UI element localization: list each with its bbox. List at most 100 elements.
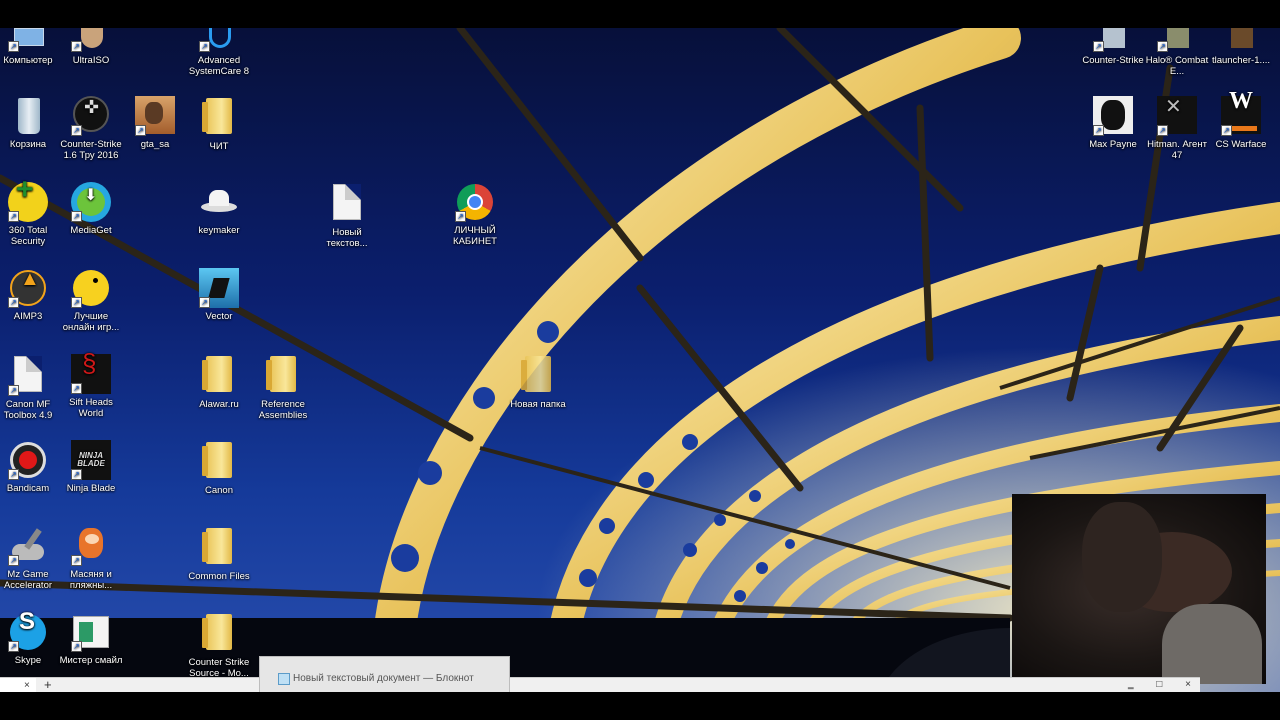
desktop-icon-alawar-folder[interactable]: Alawar.ru <box>187 354 251 410</box>
folder-icon <box>199 614 239 654</box>
shortcut-arrow-icon: ↗ <box>71 125 82 136</box>
icon-label: Skype <box>14 655 42 666</box>
icon-label: ЛИЧНЫЙ КАБИНЕТ <box>453 225 497 247</box>
vector-game-icon: ↗ <box>199 268 239 308</box>
shortcut-arrow-icon: ↗ <box>1221 125 1232 136</box>
desktop-icon-new-text-doc[interactable]: Новый текстов... <box>315 182 379 249</box>
desktop-icon-bandicam[interactable]: ↗ Bandicam <box>0 440 60 494</box>
icon-label: 360 Total Security <box>8 225 48 247</box>
desktop-icon-ultraiso[interactable]: ↗ UltraISO <box>59 28 123 66</box>
notepad-tab-strip <box>0 677 1200 692</box>
shortcut-arrow-icon: ↗ <box>8 41 19 52</box>
minecraft-block-icon <box>1221 28 1261 52</box>
desktop-icon-mediaget[interactable]: ⬇ ↗ MediaGet <box>59 182 123 236</box>
icon-label: Компьютер <box>3 55 53 66</box>
shortcut-arrow-icon: ↗ <box>71 469 82 480</box>
icon-label: Vector <box>205 311 233 322</box>
shortcut-arrow-icon: ↗ <box>199 41 210 52</box>
desktop-icon-cs16[interactable]: ✜ ↗ Counter-Strike 1.6 Тру 2016 <box>59 96 123 161</box>
icon-label: Max Payne <box>1089 139 1137 150</box>
shortcut-arrow-icon: ↗ <box>1093 125 1104 136</box>
taskbar-window-preview[interactable]: Новый текстовый документ — Блокнот <box>259 656 510 692</box>
360-security-icon: + ↗ <box>8 175 48 222</box>
document-icon: ↗ <box>8 356 48 396</box>
pacman-icon: ↗ <box>71 268 111 308</box>
desktop-icon-hitman[interactable]: ✕ ↗ Hitman. Агент 47 <box>1145 96 1209 161</box>
desktop-icon-gta-sa[interactable]: ↗ gta_sa <box>123 96 187 150</box>
ninja-blade-logo: NINJA BLADE <box>77 451 105 468</box>
window-controls[interactable]: ‗ □ × <box>1128 679 1201 690</box>
desktop-icon-keymaker[interactable]: keymaker <box>187 182 251 236</box>
shortcut-arrow-icon: ↗ <box>1157 125 1168 136</box>
sift-heads-icon: § ↗ <box>71 350 111 394</box>
hitman-icon: ✕ ↗ <box>1157 96 1197 136</box>
text-document-icon <box>327 184 367 224</box>
icon-label: CS Warface <box>1215 139 1267 150</box>
icon-label: ЧИТ <box>209 141 229 152</box>
shortcut-arrow-icon: ↗ <box>8 297 19 308</box>
icon-label: Halo® Combat E... <box>1145 55 1209 77</box>
folder-icon <box>199 442 239 482</box>
desktop-icon-personal-cabinet[interactable]: ↗ ЛИЧНЫЙ КАБИНЕТ <box>443 182 507 247</box>
desktop-icon-skype[interactable]: S ↗ Skype <box>0 610 60 666</box>
max-payne-icon: ↗ <box>1093 96 1133 136</box>
shortcut-arrow-icon: ↗ <box>1093 41 1104 52</box>
desktop-icon-advanced-systemcare[interactable]: ↗ Advanced SystemCare 8 <box>187 28 251 77</box>
desktop-icon-cs-warface[interactable]: W ↗ CS Warface <box>1209 89 1273 150</box>
desktop-icon-canon-mf-toolbox[interactable]: ↗ Canon MF Toolbox 4.9 <box>0 354 60 421</box>
icon-label: Мистер смайл <box>59 655 123 666</box>
ninja-blade-icon: NINJA BLADE ↗ <box>71 440 111 480</box>
desktop-icon-masyanya[interactable]: ↗ Масяня и пляжны... <box>59 526 123 591</box>
shortcut-arrow-icon: ↗ <box>455 211 466 222</box>
folder-icon <box>199 528 239 568</box>
desktop-icon-vector[interactable]: ↗ Vector <box>187 268 251 322</box>
shortcut-arrow-icon: ↗ <box>135 125 146 136</box>
folder-icon <box>199 356 239 396</box>
desktop-icon-360-security[interactable]: + ↗ 360 Total Security <box>0 175 60 247</box>
desktop-icon-tlauncher[interactable]: tlauncher-1.... <box>1209 28 1273 66</box>
desktop-icon-canon-folder[interactable]: Canon <box>187 440 251 496</box>
folder-icon <box>518 356 558 396</box>
desktop-icon-sift-heads[interactable]: § ↗ Sift Heads World <box>59 350 123 419</box>
desktop-icon-computer[interactable]: ↗ Компьютер <box>0 28 60 66</box>
counter-strike-icon: ↗ <box>1093 28 1133 52</box>
disc-icon: ↗ <box>71 28 111 52</box>
shortcut-arrow-icon: ↗ <box>199 297 210 308</box>
mediaget-icon: ⬇ ↗ <box>71 182 111 222</box>
recycle-bin-icon <box>8 96 48 136</box>
desktop-icon-new-folder[interactable]: Новая папка <box>506 354 570 410</box>
icon-label: Sift Heads World <box>69 397 113 419</box>
icon-label: Масяня и пляжны... <box>69 569 113 591</box>
shortcut-arrow-icon: ↗ <box>71 383 82 394</box>
gta-sa-icon: ↗ <box>135 96 175 136</box>
desktop-icon-cheat-folder[interactable]: ЧИТ <box>187 96 251 152</box>
icon-label: Hitman. Агент 47 <box>1147 139 1207 161</box>
desktop-icon-ninja-blade[interactable]: NINJA BLADE ↗ Ninja Blade <box>59 440 123 494</box>
desktop-icon-max-payne[interactable]: ↗ Max Payne <box>1081 96 1145 150</box>
gamepad-tools-icon: ↗ <box>8 526 48 566</box>
desktop-icon-reference-assemblies[interactable]: Reference Assemblies <box>251 354 315 421</box>
close-tab-icon[interactable]: × <box>24 680 30 691</box>
desktop-icon-cs-source[interactable]: Counter Strike Source - Mo... <box>187 612 251 679</box>
desktop-icon-common-files[interactable]: Common Files <box>187 526 251 582</box>
masyanya-icon: ↗ <box>71 526 111 566</box>
icon-label: AIMP3 <box>13 311 43 322</box>
icon-label: Canon <box>205 485 233 496</box>
shortcut-arrow-icon: ↗ <box>8 469 19 480</box>
desktop-icon-recycle-bin[interactable]: Корзина <box>0 96 60 150</box>
new-tab-icon[interactable]: + <box>44 677 52 692</box>
preview-title: Новый текстовый документ — Блокнот <box>293 673 474 684</box>
icon-label: Ninja Blade <box>66 483 116 494</box>
desktop-icon-counter-strike[interactable]: ↗ Counter-Strike <box>1081 28 1145 66</box>
desktop-icon-halo[interactable]: ↗ Halo® Combat E... <box>1145 28 1209 77</box>
shortcut-arrow-icon: ↗ <box>71 297 82 308</box>
desktop-icon-mz-game-accelerator[interactable]: ↗ Mz Game Accelerator <box>0 526 60 591</box>
notepad-tab[interactable] <box>0 678 36 692</box>
icon-label: Advanced SystemCare 8 <box>188 55 250 77</box>
desktop-icon-aimp3[interactable]: ▲ ↗ AIMP3 <box>0 268 60 322</box>
shortcut-arrow-icon: ↗ <box>8 555 19 566</box>
icon-label: tlauncher-1.... <box>1211 55 1271 66</box>
icon-label: gta_sa <box>140 139 170 150</box>
desktop-icon-best-online-games[interactable]: ↗ Лучшие онлайн игр... <box>59 268 123 333</box>
desktop-icon-mister-smile[interactable]: ↗ Мистер смайл <box>59 612 123 666</box>
